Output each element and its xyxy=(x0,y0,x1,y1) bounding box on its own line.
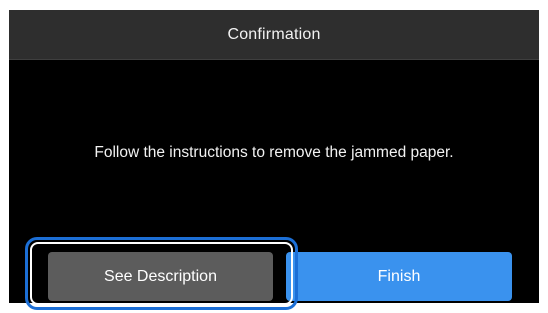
instruction-message: Follow the instructions to remove the ja… xyxy=(94,144,454,161)
title-bar: Confirmation xyxy=(9,10,539,60)
see-description-button[interactable]: See Description xyxy=(48,252,273,301)
dialog-title: Confirmation xyxy=(227,25,321,43)
printer-panel-screen: Confirmation Follow the instructions to … xyxy=(9,10,539,303)
finish-button[interactable]: Finish xyxy=(286,252,512,301)
